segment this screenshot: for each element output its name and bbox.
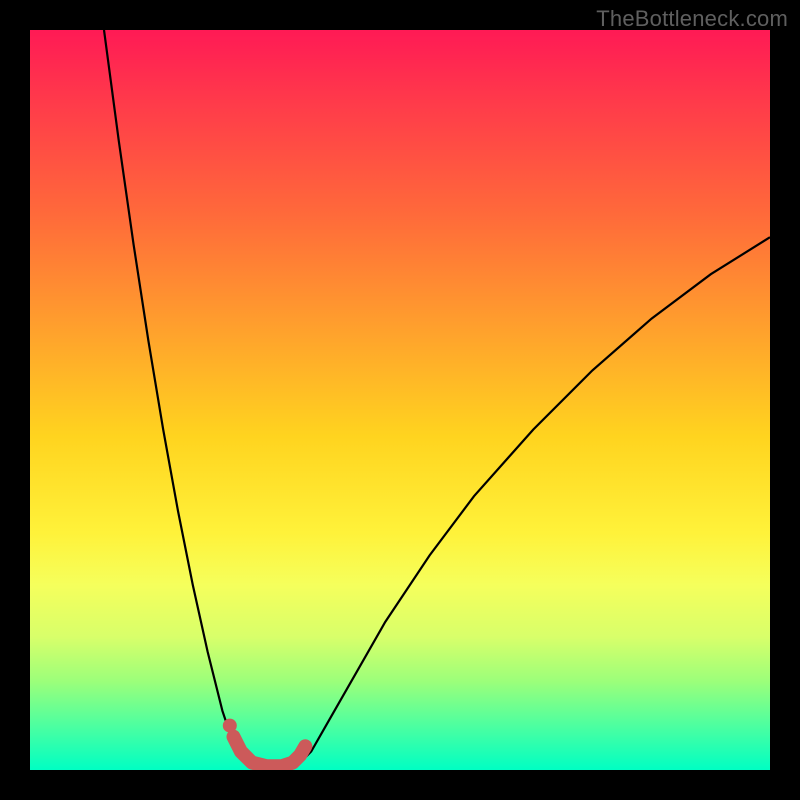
chart-svg [30,30,770,770]
marker-dot [223,719,237,733]
plot-area [30,30,770,770]
watermark-text: TheBottleneck.com [596,6,788,32]
optimal-zone-highlight [234,737,306,767]
curve-right-branch [296,237,770,766]
curve-left-branch [104,30,296,769]
outer-frame: TheBottleneck.com [0,0,800,800]
